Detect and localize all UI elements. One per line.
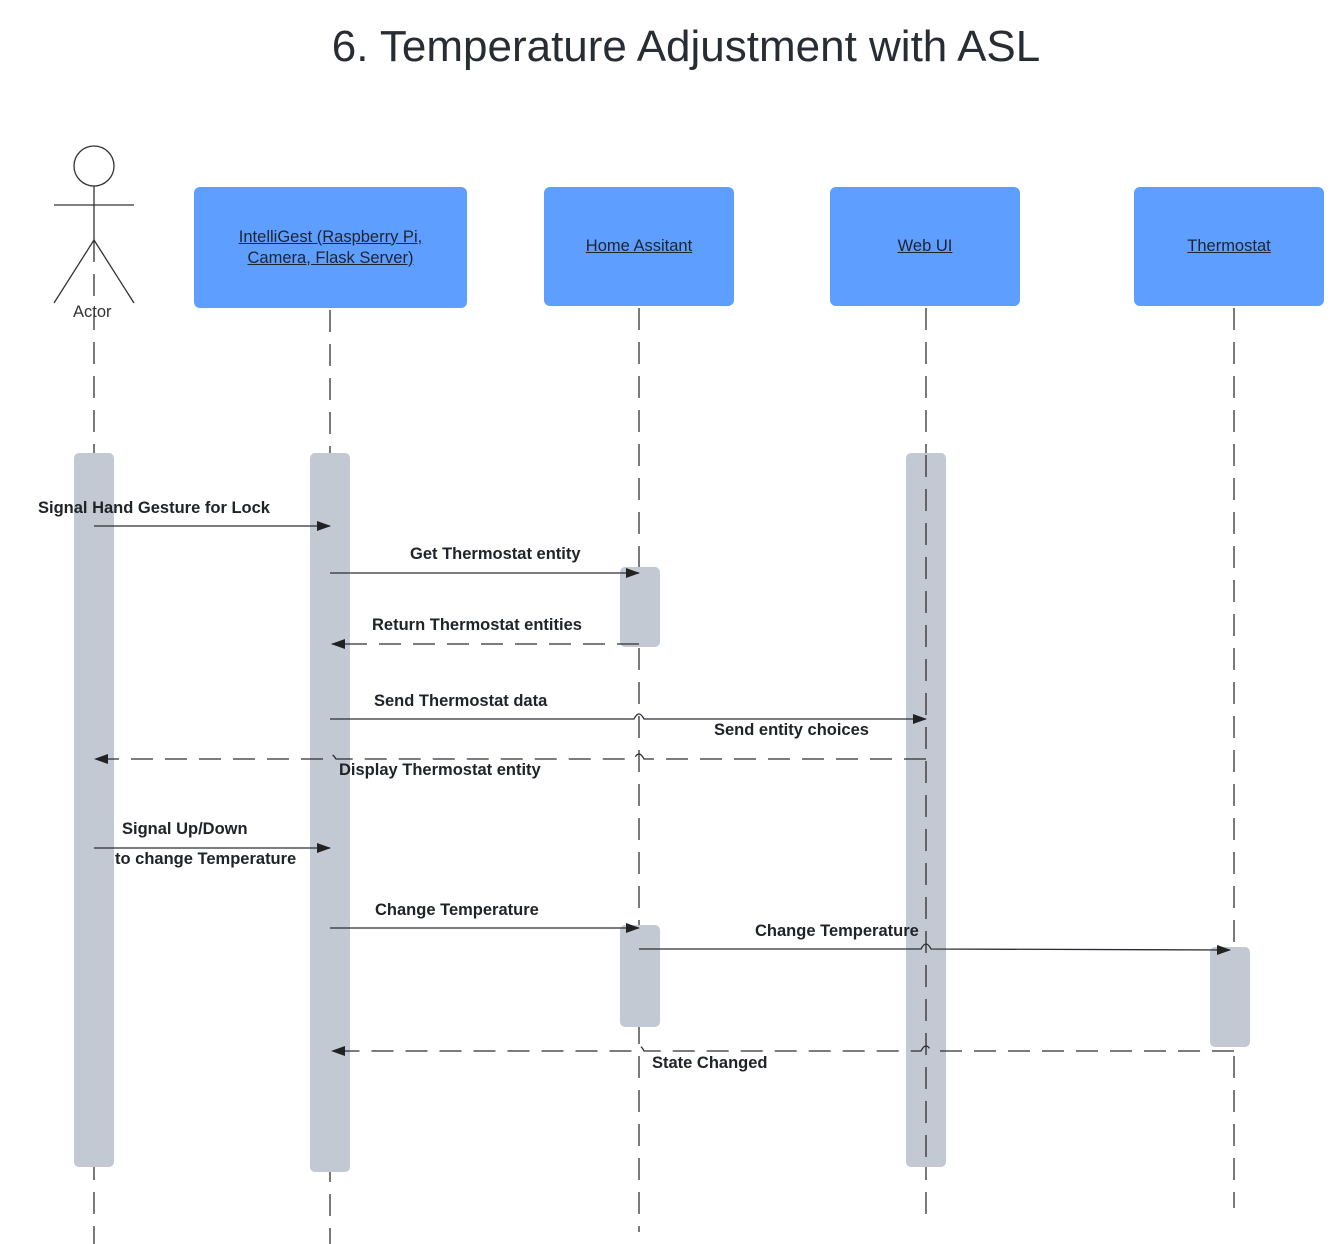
- message-label: Return Thermostat entities: [372, 616, 582, 634]
- participant-thermostat[interactable]: Thermostat: [1134, 187, 1324, 306]
- message-label: Get Thermostat entity: [410, 545, 581, 563]
- participant-label-line: Camera, Flask Server): [247, 248, 414, 267]
- participant-home-assistant[interactable]: Home Assitant: [544, 187, 734, 306]
- participant-intelligest[interactable]: IntelliGest (Raspberry Pi, Camera, Flask …: [194, 187, 467, 308]
- actor-label: Actor: [73, 303, 112, 321]
- message-arrow-5: [94, 753, 926, 764]
- message-label: to change Temperature: [115, 850, 297, 868]
- diagram-title: 6. Temperature Adjustment with ASL: [331, 22, 1041, 71]
- message-label: Change Temperature: [375, 901, 539, 919]
- participant-label-line: IntelliGest (Raspberry Pi,: [238, 227, 423, 246]
- message-label: Signal Up/Down: [122, 820, 248, 838]
- activation-home-assistant-1: [620, 567, 660, 647]
- participant-label: Home Assitant: [585, 237, 693, 255]
- message-label: Send entity choices: [714, 721, 869, 739]
- activation-intelligest: [310, 453, 350, 1172]
- activation-home-assistant-2: [620, 925, 660, 1027]
- participant-label: Thermostat: [1187, 237, 1271, 255]
- message-label: Signal Hand Gesture for Lock: [38, 499, 270, 517]
- activation-actor: [74, 453, 114, 1167]
- message-label: Change Temperature: [755, 922, 919, 940]
- message-arrow-10: [331, 1045, 1234, 1056]
- message-label: Display Thermostat entity: [339, 761, 541, 779]
- message-label: Send Thermostat data: [374, 692, 548, 710]
- participant-label: Web UI: [897, 237, 953, 255]
- participant-web-ui[interactable]: Web UI: [830, 187, 1020, 306]
- message-label: State Changed: [652, 1054, 768, 1072]
- message-arrow-4: [330, 713, 927, 724]
- activation-thermostat: [1210, 947, 1250, 1047]
